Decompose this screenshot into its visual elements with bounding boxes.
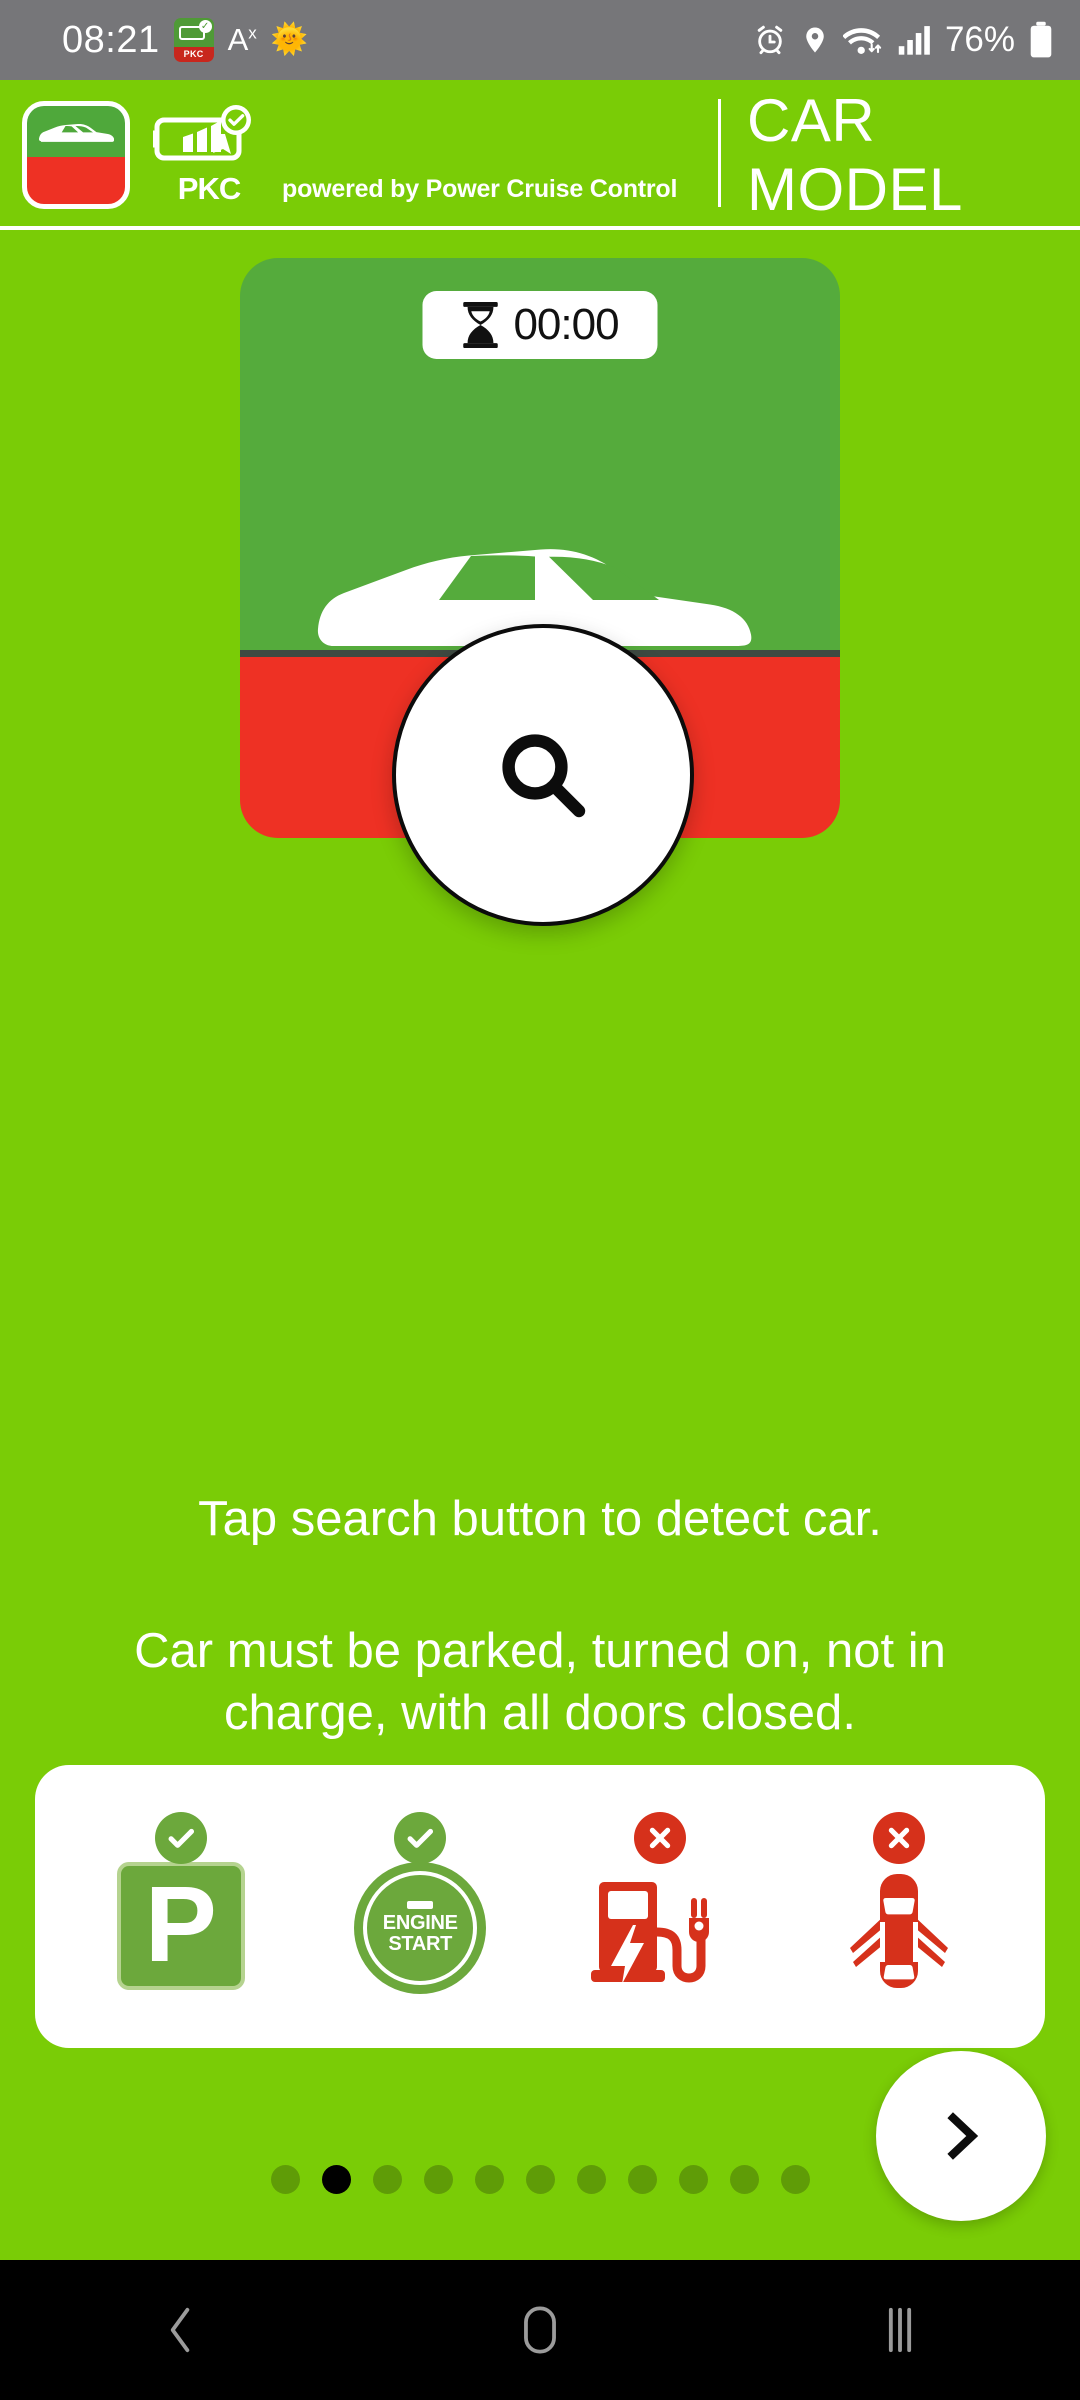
app-icon <box>22 101 130 209</box>
page-dot[interactable] <box>423 2165 453 2194</box>
pkc-logo: PKC <box>150 104 268 206</box>
page-dot-active[interactable] <box>321 2165 351 2194</box>
android-nav-bar <box>0 2260 1080 2400</box>
page-dot[interactable] <box>576 2165 606 2194</box>
status-bar-left: 08:21 ✓ PKC Ax 🌞 <box>62 18 308 62</box>
text-size-letter: A <box>227 22 249 57</box>
page-dot[interactable] <box>372 2165 402 2194</box>
battery-icon <box>1030 21 1052 58</box>
car-doors-open-icon <box>812 1862 987 2002</box>
conditions-card: P ENGINE START <box>35 1765 1045 2048</box>
condition-not-charging <box>572 1811 747 2002</box>
pkc-battery-certificate-icon <box>151 104 265 174</box>
status-bar-right: 76% <box>753 20 1054 60</box>
sun-emoji-icon: 🌞 <box>270 23 309 56</box>
check-badge-icon: ✓ <box>198 20 212 33</box>
condition-doors-closed <box>812 1811 987 2002</box>
next-button[interactable] <box>876 2051 1046 2221</box>
engine-start-button-icon: ENGINE START <box>333 1861 508 2002</box>
app-header-branding: PKC powered by Power Cruise Control <box>0 80 718 230</box>
engine-dash-icon <box>407 1900 434 1909</box>
check-badge-icon <box>394 1811 447 1864</box>
home-icon <box>524 2306 556 2354</box>
nav-back-button[interactable] <box>110 2260 250 2400</box>
pkc-notification-icon[interactable]: ✓ PKC <box>173 18 214 62</box>
car-card-top: 00:00 <box>240 258 840 650</box>
instruction-primary: Tap search button to detect car. <box>198 1492 882 1546</box>
back-chevron-icon <box>170 2307 190 2353</box>
parking-sign-box: P <box>116 1861 245 1990</box>
app-header: PKC powered by Power Cruise Control CAR … <box>0 80 1080 230</box>
recents-icon <box>888 2307 912 2353</box>
battery-percent-label: 76% <box>944 20 1015 59</box>
search-magnifier-icon <box>502 734 586 818</box>
chevron-right-icon <box>947 2112 979 2160</box>
status-bar-clock: 08:21 <box>62 18 160 61</box>
status-bar: 08:21 ✓ PKC Ax 🌞 76% <box>0 0 1080 80</box>
hourglass-icon <box>463 302 498 348</box>
nav-home-button[interactable] <box>470 2260 610 2400</box>
alarm-icon <box>757 25 783 55</box>
page-dot[interactable] <box>627 2165 657 2194</box>
powered-by-label: powered by Power Cruise Control <box>282 175 678 203</box>
check-badge-icon <box>154 1811 207 1864</box>
page-dot[interactable] <box>525 2165 555 2194</box>
pkc-logo-text: PKC <box>177 171 241 206</box>
cross-badge-icon <box>633 1811 686 1864</box>
parking-sign-icon: P <box>93 1861 268 2002</box>
page-dot[interactable] <box>474 2165 504 2194</box>
condition-parking: P <box>93 1811 268 2002</box>
app-icon-car-silhouette <box>38 123 114 142</box>
ev-charger-plug-icon <box>572 1862 747 2002</box>
location-pin-icon <box>806 27 824 53</box>
engine-start-label: ENGINE START <box>382 1911 458 1955</box>
app-icon-top <box>27 106 125 157</box>
parking-letter: P <box>144 1862 217 1984</box>
page-dot[interactable] <box>729 2165 759 2194</box>
header-underline <box>0 226 1080 230</box>
engine-start-circle: ENGINE START <box>354 1861 487 1994</box>
cross-badge-icon <box>873 1811 926 1864</box>
pagination-dots[interactable] <box>0 2165 1080 2194</box>
timer-value: 00:00 <box>513 300 619 349</box>
nav-recents-button[interactable] <box>830 2260 970 2400</box>
timer-badge: 00:00 <box>422 291 658 359</box>
page-title: CAR MODEL <box>747 87 963 223</box>
page-dot[interactable] <box>678 2165 708 2194</box>
text-size-icon: Ax <box>228 22 257 58</box>
text-size-sup: x <box>248 23 257 43</box>
page-dot[interactable] <box>780 2165 810 2194</box>
wifi-icon <box>842 28 882 54</box>
app-icon-bottom <box>27 156 125 204</box>
pkc-tray-label: PKC <box>173 47 214 62</box>
condition-engine-start: ENGINE START <box>333 1811 508 2002</box>
page-dot[interactable] <box>270 2165 300 2194</box>
search-button[interactable] <box>392 624 694 926</box>
pkc-tray-top: ✓ <box>173 18 214 47</box>
instructions-block: Tap search button to detect car. Car mus… <box>0 1490 1080 1745</box>
instruction-secondary: Car must be parked, turned on, not in ch… <box>134 1623 946 1741</box>
signal-bars-icon <box>898 26 930 55</box>
